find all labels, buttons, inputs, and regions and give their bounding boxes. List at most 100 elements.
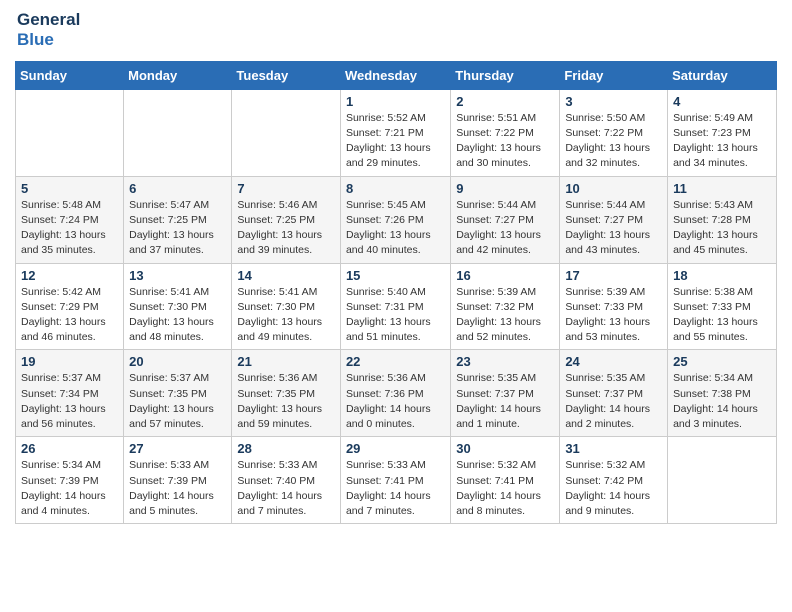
day-number: 11	[673, 181, 771, 196]
day-info: Sunrise: 5:47 AMSunset: 7:25 PMDaylight:…	[129, 198, 226, 259]
day-number: 29	[346, 441, 445, 456]
day-number: 1	[346, 94, 445, 109]
day-number: 22	[346, 354, 445, 369]
calendar-cell: 22 Sunrise: 5:36 AMSunset: 7:36 PMDayligh…	[340, 350, 450, 437]
day-number: 16	[456, 268, 554, 283]
day-info: Sunrise: 5:41 AMSunset: 7:30 PMDaylight:…	[129, 285, 226, 346]
calendar-cell: 11 Sunrise: 5:43 AMSunset: 7:28 PMDayligh…	[668, 176, 777, 263]
calendar-cell: 8 Sunrise: 5:45 AMSunset: 7:26 PMDaylight…	[340, 176, 450, 263]
calendar-cell: 13 Sunrise: 5:41 AMSunset: 7:30 PMDayligh…	[124, 263, 232, 350]
calendar-cell	[124, 89, 232, 176]
calendar-cell: 7 Sunrise: 5:46 AMSunset: 7:25 PMDaylight…	[232, 176, 341, 263]
calendar-week-row: 5 Sunrise: 5:48 AMSunset: 7:24 PMDaylight…	[16, 176, 777, 263]
day-info: Sunrise: 5:49 AMSunset: 7:23 PMDaylight:…	[673, 111, 771, 172]
calendar-week-row: 12 Sunrise: 5:42 AMSunset: 7:29 PMDayligh…	[16, 263, 777, 350]
day-of-week-header: Saturday	[668, 61, 777, 89]
day-number: 10	[565, 181, 662, 196]
day-number: 12	[21, 268, 118, 283]
calendar-week-row: 26 Sunrise: 5:34 AMSunset: 7:39 PMDayligh…	[16, 437, 777, 524]
logo: General Blue	[15, 10, 80, 51]
day-info: Sunrise: 5:44 AMSunset: 7:27 PMDaylight:…	[456, 198, 554, 259]
day-info: Sunrise: 5:39 AMSunset: 7:32 PMDaylight:…	[456, 285, 554, 346]
day-number: 15	[346, 268, 445, 283]
page: General Blue SundayMondayTuesdayWednesda…	[0, 0, 792, 534]
calendar-cell: 16 Sunrise: 5:39 AMSunset: 7:32 PMDayligh…	[451, 263, 560, 350]
day-number: 24	[565, 354, 662, 369]
day-info: Sunrise: 5:48 AMSunset: 7:24 PMDaylight:…	[21, 198, 118, 259]
day-info: Sunrise: 5:43 AMSunset: 7:28 PMDaylight:…	[673, 198, 771, 259]
calendar-cell: 30Sunrise: 5:32 AMSunset: 7:41 PMDayligh…	[451, 437, 560, 524]
day-of-week-header: Wednesday	[340, 61, 450, 89]
calendar-cell: 26 Sunrise: 5:34 AMSunset: 7:39 PMDayligh…	[16, 437, 124, 524]
calendar-cell: 28 Sunrise: 5:33 AMSunset: 7:40 PMDayligh…	[232, 437, 341, 524]
day-number: 23	[456, 354, 554, 369]
calendar-cell: 23 Sunrise: 5:35 AMSunset: 7:37 PMDayligh…	[451, 350, 560, 437]
day-of-week-header: Monday	[124, 61, 232, 89]
day-number: 28	[237, 441, 335, 456]
calendar-cell: 9Sunrise: 5:44 AMSunset: 7:27 PMDaylight…	[451, 176, 560, 263]
day-number: 13	[129, 268, 226, 283]
day-number: 17	[565, 268, 662, 283]
day-number: 3	[565, 94, 662, 109]
calendar-cell: 21 Sunrise: 5:36 AMSunset: 7:35 PMDayligh…	[232, 350, 341, 437]
calendar-cell: 15Sunrise: 5:40 AMSunset: 7:31 PMDayligh…	[340, 263, 450, 350]
day-number: 26	[21, 441, 118, 456]
day-number: 5	[21, 181, 118, 196]
day-number: 31	[565, 441, 662, 456]
header: General Blue	[15, 10, 777, 51]
day-of-week-header: Friday	[560, 61, 668, 89]
day-info: Sunrise: 5:33 AMSunset: 7:41 PMDaylight:…	[346, 458, 445, 519]
day-info: Sunrise: 5:35 AMSunset: 7:37 PMDaylight:…	[456, 371, 554, 432]
day-number: 30	[456, 441, 554, 456]
day-info: Sunrise: 5:36 AMSunset: 7:36 PMDaylight:…	[346, 371, 445, 432]
logo-general: General	[17, 10, 80, 30]
day-number: 25	[673, 354, 771, 369]
calendar-cell: 12 Sunrise: 5:42 AMSunset: 7:29 PMDayligh…	[16, 263, 124, 350]
calendar-cell: 14Sunrise: 5:41 AMSunset: 7:30 PMDayligh…	[232, 263, 341, 350]
day-info: Sunrise: 5:42 AMSunset: 7:29 PMDaylight:…	[21, 285, 118, 346]
calendar-cell: 6 Sunrise: 5:47 AMSunset: 7:25 PMDaylight…	[124, 176, 232, 263]
day-number: 6	[129, 181, 226, 196]
calendar-cell	[16, 89, 124, 176]
day-info: Sunrise: 5:36 AMSunset: 7:35 PMDaylight:…	[237, 371, 335, 432]
day-number: 19	[21, 354, 118, 369]
calendar-cell: 4 Sunrise: 5:49 AMSunset: 7:23 PMDaylight…	[668, 89, 777, 176]
day-number: 14	[237, 268, 335, 283]
logo-blue: Blue	[17, 30, 80, 50]
day-info: Sunrise: 5:34 AMSunset: 7:39 PMDaylight:…	[21, 458, 118, 519]
day-info: Sunrise: 5:44 AMSunset: 7:27 PMDaylight:…	[565, 198, 662, 259]
calendar-cell: 5 Sunrise: 5:48 AMSunset: 7:24 PMDaylight…	[16, 176, 124, 263]
day-info: Sunrise: 5:34 AMSunset: 7:38 PMDaylight:…	[673, 371, 771, 432]
day-number: 8	[346, 181, 445, 196]
day-number: 4	[673, 94, 771, 109]
day-info: Sunrise: 5:32 AMSunset: 7:42 PMDaylight:…	[565, 458, 662, 519]
day-info: Sunrise: 5:35 AMSunset: 7:37 PMDaylight:…	[565, 371, 662, 432]
calendar-cell	[232, 89, 341, 176]
calendar-cell: 31 Sunrise: 5:32 AMSunset: 7:42 PMDayligh…	[560, 437, 668, 524]
day-of-week-header: Thursday	[451, 61, 560, 89]
day-number: 20	[129, 354, 226, 369]
calendar-cell: 27Sunrise: 5:33 AMSunset: 7:39 PMDayligh…	[124, 437, 232, 524]
calendar-week-row: 19 Sunrise: 5:37 AMSunset: 7:34 PMDayligh…	[16, 350, 777, 437]
calendar-cell: 25 Sunrise: 5:34 AMSunset: 7:38 PMDayligh…	[668, 350, 777, 437]
day-info: Sunrise: 5:38 AMSunset: 7:33 PMDaylight:…	[673, 285, 771, 346]
day-number: 27	[129, 441, 226, 456]
calendar-week-row: 1 Sunrise: 5:52 AMSunset: 7:21 PMDaylight…	[16, 89, 777, 176]
day-info: Sunrise: 5:37 AMSunset: 7:34 PMDaylight:…	[21, 371, 118, 432]
calendar-cell: 19 Sunrise: 5:37 AMSunset: 7:34 PMDayligh…	[16, 350, 124, 437]
day-info: Sunrise: 5:51 AMSunset: 7:22 PMDaylight:…	[456, 111, 554, 172]
day-info: Sunrise: 5:46 AMSunset: 7:25 PMDaylight:…	[237, 198, 335, 259]
day-of-week-header: Sunday	[16, 61, 124, 89]
day-number: 21	[237, 354, 335, 369]
calendar-cell	[668, 437, 777, 524]
day-info: Sunrise: 5:33 AMSunset: 7:40 PMDaylight:…	[237, 458, 335, 519]
day-info: Sunrise: 5:52 AMSunset: 7:21 PMDaylight:…	[346, 111, 445, 172]
day-of-week-header: Tuesday	[232, 61, 341, 89]
day-info: Sunrise: 5:45 AMSunset: 7:26 PMDaylight:…	[346, 198, 445, 259]
day-number: 18	[673, 268, 771, 283]
calendar-cell: 18 Sunrise: 5:38 AMSunset: 7:33 PMDayligh…	[668, 263, 777, 350]
calendar-cell: 29 Sunrise: 5:33 AMSunset: 7:41 PMDayligh…	[340, 437, 450, 524]
day-info: Sunrise: 5:39 AMSunset: 7:33 PMDaylight:…	[565, 285, 662, 346]
day-number: 7	[237, 181, 335, 196]
calendar-cell: 1 Sunrise: 5:52 AMSunset: 7:21 PMDaylight…	[340, 89, 450, 176]
